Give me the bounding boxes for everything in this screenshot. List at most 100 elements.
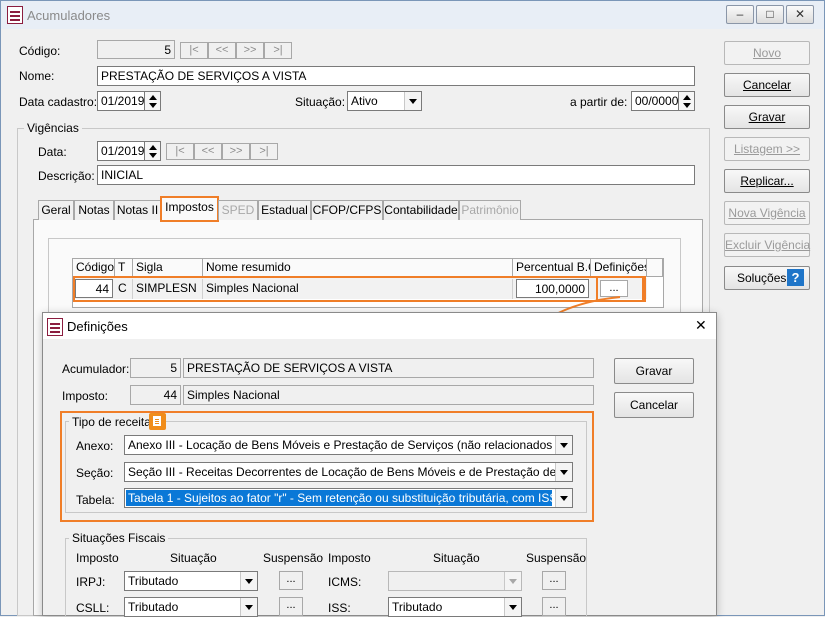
close-button[interactable]: ✕ xyxy=(786,5,814,24)
listagem-button[interactable]: Listagem >> xyxy=(724,137,810,161)
col-percentual[interactable]: Percentual B.C. xyxy=(513,259,591,277)
situacao-dropdown-icon[interactable] xyxy=(404,92,421,110)
codigo-field[interactable]: 5 xyxy=(97,40,175,59)
dialog-gravar-button[interactable]: Gravar xyxy=(614,358,694,384)
col-t[interactable]: T xyxy=(115,259,133,277)
tabela-dropdown-icon[interactable] xyxy=(555,489,572,507)
replicar-label: Replicar... xyxy=(740,174,794,188)
csll-value: Tributado xyxy=(128,600,179,614)
col-imposto-right: Imposto xyxy=(328,551,371,565)
excluir-vigencia-button[interactable]: Excluir Vigência xyxy=(724,233,810,257)
iss-label: ISS: xyxy=(328,601,351,615)
tab-sped[interactable]: SPED xyxy=(218,200,258,220)
tabela-label: Tabela: xyxy=(76,493,115,507)
tipo-receita-title: Tipo de receita xyxy=(69,415,154,429)
icms-dropdown-icon[interactable] xyxy=(504,572,521,590)
irpj-suspensao-button[interactable]: ... xyxy=(279,571,303,590)
csll-suspensao-button[interactable]: ... xyxy=(279,597,303,616)
title-bar xyxy=(1,1,824,29)
secao-value: Seção III - Receitas Decorrentes de Loca… xyxy=(128,465,573,479)
nome-field[interactable]: PRESTAÇÃO DE SERVIÇOS A VISTA xyxy=(97,66,695,86)
iss-dropdown-icon[interactable] xyxy=(504,598,521,616)
note-icon[interactable] xyxy=(149,413,166,430)
acumulador-name-field: PRESTAÇÃO DE SERVIÇOS A VISTA xyxy=(183,358,594,378)
tab-cfop-cfps[interactable]: CFOP/CFPS xyxy=(311,200,383,220)
nav-first-button[interactable]: |< xyxy=(180,42,208,59)
vig-nav-last-button[interactable]: >| xyxy=(250,143,278,160)
descricao-field[interactable]: INICIAL xyxy=(97,165,695,185)
anexo-select[interactable]: Anexo III - Locação de Bens Móveis e Pre… xyxy=(124,435,573,455)
col-sigla[interactable]: Sigla xyxy=(133,259,203,277)
col-filler xyxy=(647,259,663,277)
tab-estadual[interactable]: Estadual xyxy=(258,200,311,220)
tab-geral[interactable]: Geral xyxy=(38,200,74,220)
tab-contabilidade[interactable]: Contabilidade xyxy=(383,200,459,220)
imposto-name-field: Simples Nacional xyxy=(183,385,594,405)
col-definicoes[interactable]: Definições xyxy=(591,259,647,277)
vig-data-spinner[interactable] xyxy=(145,141,161,161)
novo-button[interactable]: Novo xyxy=(724,41,810,65)
vig-nav-next-button[interactable]: >> xyxy=(222,143,250,160)
nav-last-button[interactable]: >| xyxy=(264,42,292,59)
iss-suspensao-button[interactable]: ... xyxy=(542,597,566,616)
anexo-label: Anexo: xyxy=(76,439,114,453)
col-imposto-left: Imposto xyxy=(76,551,119,565)
csll-select[interactable]: Tributado xyxy=(124,597,258,617)
tab-notas[interactable]: Notas xyxy=(74,200,114,220)
dialog-close-button[interactable]: ✕ xyxy=(695,317,707,334)
maximize-button[interactable]: □ xyxy=(756,5,784,24)
csll-dropdown-icon[interactable] xyxy=(240,598,257,616)
col-codigo[interactable]: Código xyxy=(73,259,115,277)
nav-next-button[interactable]: >> xyxy=(236,42,264,59)
irpj-select[interactable]: Tributado xyxy=(124,571,258,591)
vig-nav-first-button[interactable]: |< xyxy=(166,143,194,160)
a-partir-spinner[interactable] xyxy=(679,91,695,111)
help-icon[interactable]: ? xyxy=(787,269,804,286)
descricao-label: Descrição: xyxy=(38,169,95,183)
col-nome-resumido[interactable]: Nome resumido xyxy=(203,259,513,277)
anexo-dropdown-icon[interactable] xyxy=(555,436,572,454)
situacoes-title: Situações Fiscais xyxy=(69,531,169,545)
window-title: Acumuladores xyxy=(27,8,111,23)
iss-select[interactable]: Tributado xyxy=(388,597,522,617)
situacao-label: Situação: xyxy=(295,95,346,109)
novo-label: Novo xyxy=(752,46,781,60)
secao-dropdown-icon[interactable] xyxy=(555,463,572,481)
dialog-icon xyxy=(47,318,63,336)
data-cadastro-label: Data cadastro: xyxy=(19,95,98,109)
tab-patrimonio[interactable]: Patrimônio xyxy=(459,200,521,220)
nav-prev-button[interactable]: << xyxy=(208,42,236,59)
vig-nav-prev-button[interactable]: << xyxy=(194,143,222,160)
nova-vigencia-button[interactable]: Nova Vigência xyxy=(724,201,810,225)
irpj-value: Tributado xyxy=(128,574,179,588)
dialog-title: Definições xyxy=(67,319,128,334)
tabela-select[interactable]: Tabela 1 - Sujeitos ao fator "r" - Sem r… xyxy=(124,488,573,508)
col-situacao-left: Situação xyxy=(170,551,217,565)
replicar-button[interactable]: Replicar... xyxy=(724,169,810,193)
nova-vigencia-label: Nova Vigência xyxy=(728,206,806,220)
data-cadastro-spinner[interactable] xyxy=(145,91,161,111)
a-partir-label: a partir de: xyxy=(570,95,628,109)
vig-data-field[interactable]: 01/2019 xyxy=(97,141,145,161)
dialog-cancelar-button[interactable]: Cancelar xyxy=(614,392,694,418)
listagem-label: Listagem >> xyxy=(733,142,801,156)
minimize-button[interactable]: – xyxy=(726,5,754,24)
a-partir-field[interactable]: 00/0000 xyxy=(631,91,679,111)
gravar-label: Gravar xyxy=(748,110,786,124)
icms-select[interactable] xyxy=(388,571,522,591)
irpj-dropdown-icon[interactable] xyxy=(240,572,257,590)
secao-select[interactable]: Seção III - Receitas Decorrentes de Loca… xyxy=(124,462,573,482)
cancelar-button[interactable]: Cancelar xyxy=(724,73,810,97)
solucoes-label: Soluções xyxy=(737,271,787,285)
acumulador-code-field: 5 xyxy=(130,358,181,378)
gravar-button[interactable]: Gravar xyxy=(724,105,810,129)
data-cadastro-field[interactable]: 01/2019 xyxy=(97,91,145,111)
icms-label: ICMS: xyxy=(328,575,362,589)
imposto-code-field: 44 xyxy=(130,385,181,405)
excluir-vigencia-label: Excluir Vigência xyxy=(725,238,811,252)
tab-notas-ii[interactable]: Notas II xyxy=(114,200,161,220)
tab-impostos-highlight xyxy=(160,196,219,222)
icms-suspensao-button[interactable]: ... xyxy=(542,571,566,590)
codigo-label: Código: xyxy=(19,44,61,58)
app-icon xyxy=(7,6,23,24)
